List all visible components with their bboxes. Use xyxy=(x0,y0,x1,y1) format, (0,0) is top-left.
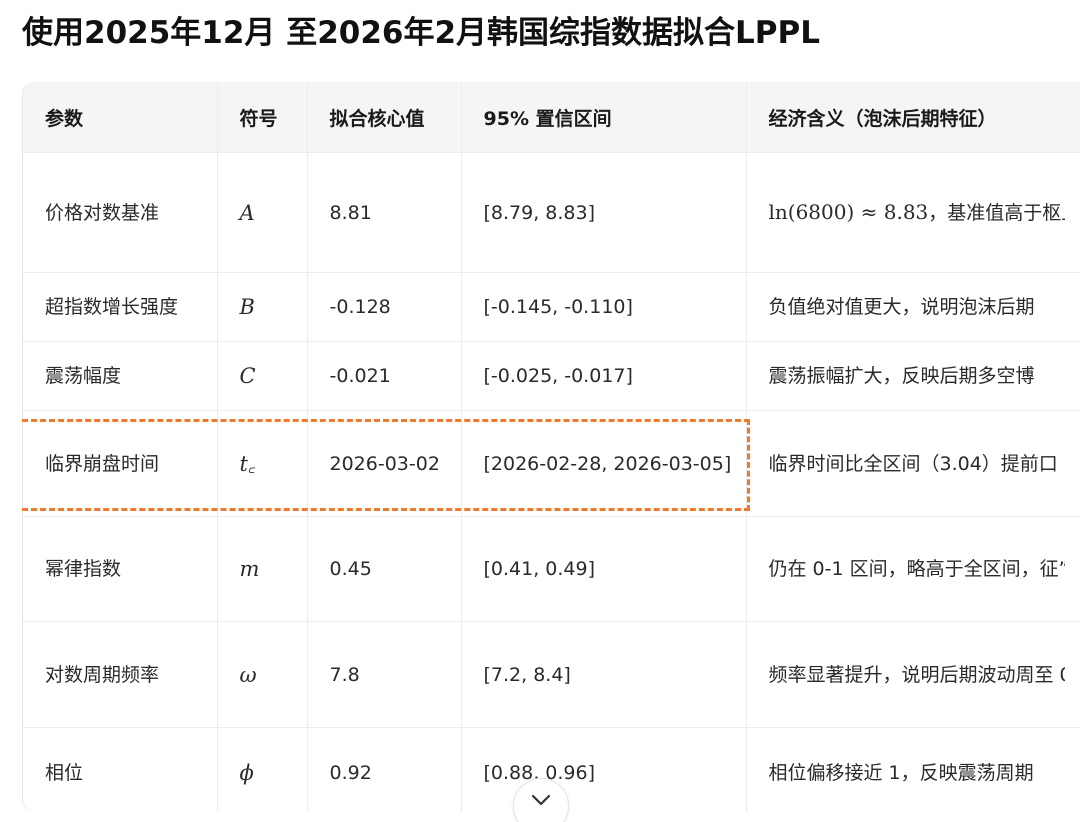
cell-ci: [7.2, 8.4] xyxy=(461,621,747,728)
cell-meaning: 负值绝对值更大，说明泡沫后期 xyxy=(746,272,1080,342)
meaning-text: 负值绝对值更大，说明泡沫后期 xyxy=(768,296,1035,318)
meaning-text: 临界时间比全区间（3.04）提前口 xyxy=(768,452,1058,475)
cell-value: 8.81 xyxy=(307,152,462,273)
chevron-down-icon xyxy=(531,794,551,806)
cell-param: 价格对数基准 xyxy=(23,152,218,273)
parameter-table: 参数 符号 拟合核心值 95% 置信区间 经济含义（泡沫后期特征） 价格对数基准… xyxy=(23,82,1080,812)
cell-value: -0.021 xyxy=(307,341,462,411)
table-header-row: 参数 符号 拟合核心值 95% 置信区间 经济含义（泡沫后期特征） xyxy=(23,82,1080,153)
cell-ci: [-0.145, -0.110] xyxy=(461,272,747,342)
cell-meaning: 相位偏移接近 1，反映震荡周期 xyxy=(746,727,1080,812)
cell-value: -0.128 xyxy=(307,272,462,342)
cell-value: 2026-03-02 xyxy=(307,410,462,517)
cell-param: 临界崩盘时间 xyxy=(23,410,218,517)
table-row: 价格对数基准 A 8.81 [8.79, 8.83] ln(6800) ≈ 8.… xyxy=(23,152,1080,273)
cell-symbol: A xyxy=(217,152,308,273)
meaning-text: 相位偏移接近 1，反映震荡周期 xyxy=(768,761,1034,784)
cell-symbol: ω xyxy=(217,621,308,728)
meaning-text: ln(6800) ≈ 8.83，基准值高于枢上移 xyxy=(769,195,1065,230)
meaning-rest: ，基准值高于枢上移 xyxy=(928,202,1064,224)
header-meaning: 经济含义（泡沫后期特征） xyxy=(746,82,1080,153)
page: 使用2025年12月 至2026年2月韩国综指数据拟合LPPL 参数 符号 拟合… xyxy=(0,0,1080,822)
cell-meaning: 仍在 0-1 区间，略高于全区间，征” 更突出 xyxy=(746,516,1080,622)
meaning-math: ln(6800) ≈ 8.83 xyxy=(768,200,929,224)
header-symbol: 符号 xyxy=(217,82,308,153)
cell-param: 对数周期频率 xyxy=(23,621,218,728)
cell-symbol: ϕ xyxy=(217,727,308,812)
cell-symbol: t꜀ xyxy=(217,410,308,517)
page-title: 使用2025年12月 至2026年2月韩国综指数据拟合LPPL xyxy=(22,15,821,51)
header-value: 拟合核心值 xyxy=(307,82,462,153)
cell-symbol: B xyxy=(217,272,308,342)
cell-symbol: m xyxy=(217,516,308,622)
cell-ci: [8.79, 8.83] xyxy=(461,152,747,273)
cell-meaning: 震荡振幅扩大，反映后期多空博 xyxy=(746,341,1080,411)
cell-param: 相位 xyxy=(23,727,218,812)
table-container[interactable]: 参数 符号 拟合核心值 95% 置信区间 经济含义（泡沫后期特征） 价格对数基准… xyxy=(22,82,1080,812)
cell-param: 震荡幅度 xyxy=(23,341,218,411)
cell-param: 幂律指数 xyxy=(23,516,218,622)
cell-ci: [-0.025, -0.017] xyxy=(461,341,747,411)
cell-value: 7.8 xyxy=(307,621,462,728)
cell-meaning: 临界时间比全区间（3.04）提前口 xyxy=(746,410,1080,517)
table-row: 超指数增长强度 B -0.128 [-0.145, -0.110] 负值绝对值更… xyxy=(23,272,1080,342)
table-row: 幂律指数 m 0.45 [0.41, 0.49] 仍在 0-1 区间，略高于全区… xyxy=(23,516,1080,622)
cell-ci: [2026-02-28, 2026-03-05] xyxy=(461,410,747,517)
cell-meaning: 频率显著提升，说明后期波动周至 0.85 天 / 次) xyxy=(746,621,1080,728)
table-row: 对数周期频率 ω 7.8 [7.2, 8.4] 频率显著提升，说明后期波动周至 … xyxy=(23,621,1080,728)
cell-value: 0.92 xyxy=(307,727,462,812)
cell-param: 超指数增长强度 xyxy=(23,272,218,342)
cell-meaning: ln(6800) ≈ 8.83，基准值高于枢上移 xyxy=(746,152,1080,273)
header-ci: 95% 置信区间 xyxy=(461,82,747,153)
table-row: 临界崩盘时间 t꜀ 2026-03-02 [2026-02-28, 2026-0… xyxy=(23,410,1080,517)
meaning-text: 震荡振幅扩大，反映后期多空博 xyxy=(768,365,1035,387)
cell-symbol: C xyxy=(217,341,308,411)
table-row: 震荡幅度 C -0.021 [-0.025, -0.017] 震荡振幅扩大，反映… xyxy=(23,341,1080,411)
header-param: 参数 xyxy=(23,82,218,153)
meaning-text: 仍在 0-1 区间，略高于全区间，征” 更突出 xyxy=(768,558,1065,580)
cell-value: 0.45 xyxy=(307,516,462,622)
cell-ci: [0.88, 0.96] xyxy=(461,727,747,812)
meaning-text: 频率显著提升，说明后期波动周至 0.85 天 / 次) xyxy=(768,663,1065,686)
cell-ci: [0.41, 0.49] xyxy=(461,516,747,622)
